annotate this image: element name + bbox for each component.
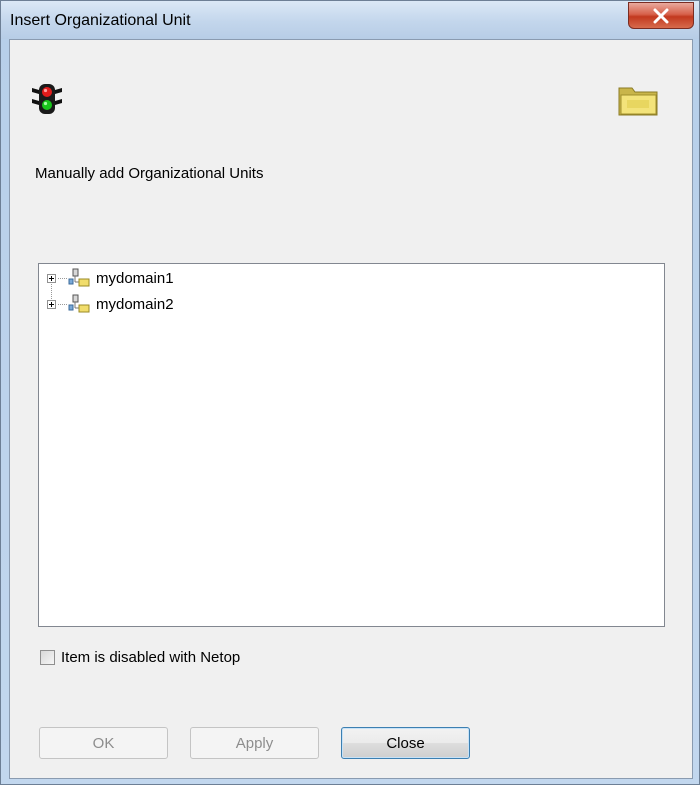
apply-button[interactable]: Apply — [190, 727, 319, 759]
folder-icon[interactable] — [617, 84, 661, 118]
tree-item-label: mydomain2 — [96, 295, 174, 313]
dialog-window: Insert Organizational Unit Manually add … — [0, 0, 700, 785]
disabled-with-netop-option[interactable]: Item is disabled with Netop — [40, 649, 240, 666]
disabled-with-netop-checkbox[interactable] — [40, 650, 55, 665]
checkbox-label: Item is disabled with Netop — [61, 649, 241, 666]
tree-item-mydomain2[interactable]: mydomain2 — [47, 294, 174, 314]
organizational-unit-tree[interactable]: mydomain1 mydomain2 — [38, 263, 665, 627]
domain-icon — [68, 294, 90, 313]
domain-icon — [68, 268, 90, 287]
expand-icon[interactable] — [47, 299, 56, 309]
title-bar[interactable]: Insert Organizational Unit — [1, 1, 699, 39]
close-icon — [653, 8, 669, 23]
dialog-body: Manually add Organizational Units mydoma… — [9, 39, 693, 779]
expand-icon[interactable] — [47, 273, 56, 283]
ok-button[interactable]: OK — [39, 727, 168, 759]
tree-connector — [58, 303, 67, 305]
close-button[interactable]: Close — [341, 727, 470, 759]
window-close-button[interactable] — [628, 2, 694, 29]
traffic-light-icon — [32, 84, 62, 114]
tree-connector — [58, 277, 67, 279]
tree-item-mydomain1[interactable]: mydomain1 — [47, 268, 174, 288]
description-label: Manually add Organizational Units — [35, 165, 264, 182]
tree-item-label: mydomain1 — [96, 269, 174, 287]
window-title: Insert Organizational Unit — [10, 12, 191, 29]
